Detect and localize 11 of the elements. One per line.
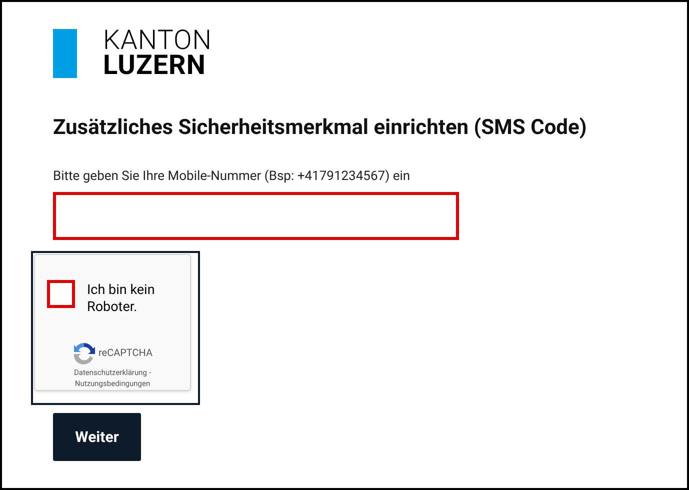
recaptcha-logo-icon — [72, 341, 96, 365]
logo-bar-icon — [53, 28, 77, 78]
field-label: Bitte geben Sie Ihre Mobile-Nummer (Bsp: +41791234567) ein — [53, 168, 412, 186]
page-heading: Zusätzliches Sicherheitsmerkmal einrichten (SMS Code) — [53, 115, 588, 142]
logo-text: LUZERN — [103, 53, 206, 78]
captcha-brand: reCAPTCHA — [98, 346, 153, 360]
phone-input-field[interactable] — [53, 192, 459, 240]
continue-button[interactable]: Weiter — [53, 413, 141, 461]
captcha-label: Ich bin kein Roboter. — [87, 282, 156, 316]
logo-text: KANTON — [103, 28, 212, 53]
captcha-checkbox[interactable] — [47, 280, 75, 308]
